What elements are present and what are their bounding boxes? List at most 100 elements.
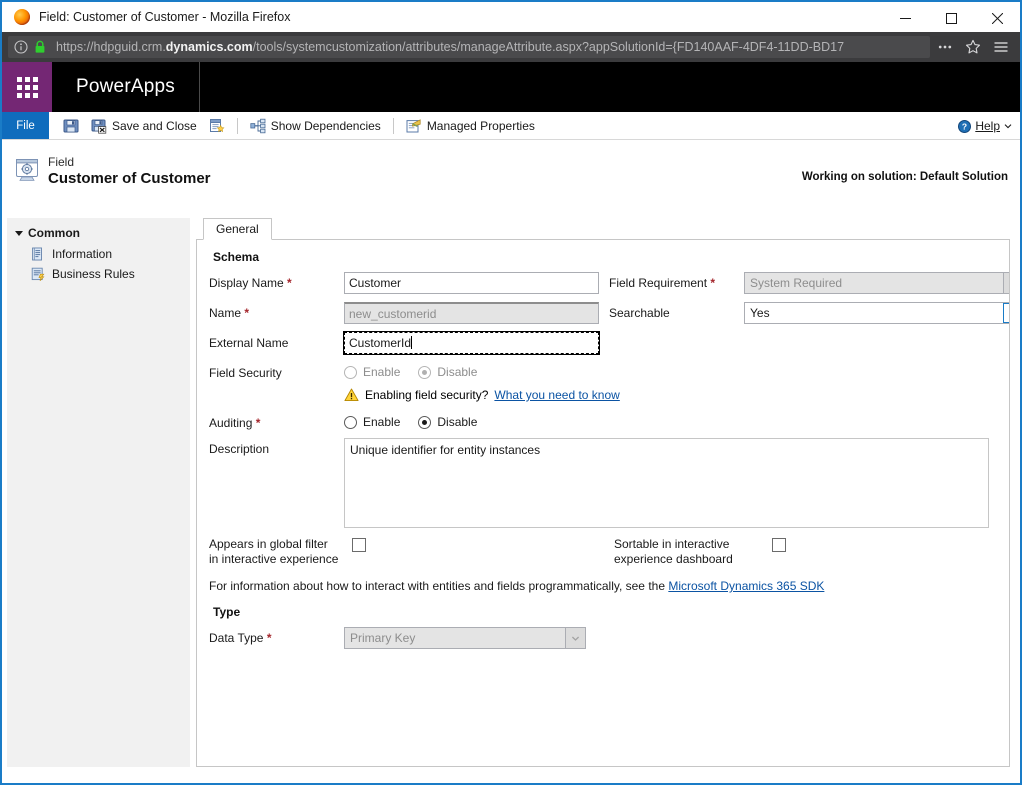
required-asterisk: * [710, 276, 715, 290]
required-asterisk: * [287, 276, 292, 290]
tab-strip: General [196, 218, 1010, 240]
tab-general[interactable]: General [203, 218, 272, 240]
new-button[interactable] [203, 112, 231, 140]
row-interactive-options: Appears in global filter in interactive … [209, 537, 997, 567]
sidebar-item-label: Information [52, 247, 112, 261]
radio-dot-icon [344, 416, 357, 429]
bookmark-star-icon[interactable] [960, 34, 986, 60]
nav-group-header[interactable]: Common [13, 224, 190, 244]
field-security-radio-group: Enable Disable [344, 362, 477, 379]
searchable-value: Yes [750, 306, 770, 320]
chevron-down-icon [565, 628, 585, 648]
external-name-value: CustomerId [349, 336, 411, 350]
text-caret [411, 336, 412, 349]
searchable-label: Searchable [609, 302, 744, 320]
content-area: General Schema Display Name * Customer F… [196, 218, 1010, 767]
chevron-down-icon [1004, 122, 1012, 130]
radio-label: Enable [363, 365, 400, 379]
row-description: Description Unique identifier for entity… [209, 438, 997, 528]
url-path: /tools/systemcustomization/attributes/ma… [253, 40, 844, 54]
managed-properties-icon [406, 118, 422, 134]
save-and-close-icon [91, 118, 107, 134]
new-icon [209, 118, 225, 134]
business-rules-icon [31, 267, 45, 281]
save-and-close-button[interactable]: Save and Close [85, 112, 203, 140]
warning-triangle-icon [344, 388, 359, 402]
solution-note: Working on solution: Default Solution [802, 171, 1008, 183]
display-name-input[interactable]: Customer [344, 272, 599, 294]
auditing-enable-radio[interactable]: Enable [344, 415, 400, 429]
global-filter-checkbox[interactable] [352, 538, 366, 552]
dependencies-icon [250, 118, 266, 134]
field-requirement-select[interactable]: System Required [744, 272, 1010, 294]
window-controls [882, 2, 1020, 34]
save-button[interactable] [57, 112, 85, 140]
auditing-label: Auditing * [209, 412, 344, 430]
help-icon: ? [958, 120, 971, 133]
managed-properties-label: Managed Properties [427, 119, 535, 133]
sidebar-item-label: Business Rules [52, 267, 135, 281]
managed-properties-button[interactable]: Managed Properties [400, 112, 541, 140]
required-asterisk: * [267, 631, 272, 645]
type-section-title: Type [213, 605, 997, 619]
save-and-close-label: Save and Close [112, 119, 197, 133]
lock-icon[interactable] [34, 40, 46, 54]
page-body: Field Customer of Customer Working on so… [4, 144, 1018, 781]
app-header: PowerApps [2, 62, 1020, 112]
auditing-disable-radio[interactable]: Disable [418, 415, 477, 429]
minimize-button[interactable] [882, 2, 928, 34]
description-textarea[interactable]: Unique identifier for entity instances [344, 438, 989, 528]
radio-dot-icon [344, 366, 357, 379]
row-display-name: Display Name * Customer Field Requiremen… [209, 272, 997, 294]
chevron-down-icon [1003, 273, 1010, 293]
sortable-checkbox[interactable] [772, 538, 786, 552]
app-launcher-button[interactable] [2, 62, 52, 112]
window-title: Field: Customer of Customer - Mozilla Fi… [39, 10, 290, 24]
page-kicker: Field [48, 155, 74, 169]
required-asterisk: * [256, 416, 261, 430]
field-security-help-link[interactable]: What you need to know [494, 388, 619, 402]
hamburger-menu-icon[interactable] [988, 34, 1014, 60]
maximize-button[interactable] [928, 2, 974, 34]
brand-label[interactable]: PowerApps [52, 62, 200, 112]
command-list: Save and Close Show Dependencies Man [49, 112, 1020, 139]
field-requirement-label: Field Requirement * [609, 272, 744, 290]
site-information-icon[interactable] [14, 40, 28, 54]
field-security-disable-radio[interactable]: Disable [418, 365, 477, 379]
expand-triangle-icon [15, 231, 23, 236]
radio-dot-icon [418, 366, 431, 379]
browser-toolbar: https://hdpguid.crm.dynamics.com/tools/s… [2, 32, 1020, 62]
file-tab[interactable]: File [2, 112, 49, 139]
sortable-label: Sortable in interactive experience dashb… [614, 537, 764, 567]
show-dependencies-button[interactable]: Show Dependencies [244, 112, 387, 140]
required-asterisk: * [244, 306, 249, 320]
field-security-enable-radio[interactable]: Enable [344, 365, 400, 379]
sdk-note: For information about how to interact wi… [209, 579, 997, 593]
close-button[interactable] [974, 2, 1020, 34]
radio-label: Enable [363, 415, 400, 429]
external-name-label: External Name [209, 332, 344, 350]
help-button[interactable]: ? Help [958, 112, 1012, 140]
field-security-label: Field Security [209, 362, 344, 380]
sidebar-item-business-rules[interactable]: Business Rules [13, 264, 190, 284]
searchable-select[interactable]: Yes [744, 302, 1010, 324]
sdk-link[interactable]: Microsoft Dynamics 365 SDK [668, 579, 824, 593]
sidebar: Common Information Business Rules [7, 218, 190, 767]
data-type-value: Primary Key [350, 631, 415, 645]
url-input[interactable]: https://hdpguid.crm.dynamics.com/tools/s… [8, 36, 930, 58]
warning-text: Enabling field security? [365, 388, 488, 402]
page-actions-icon[interactable] [932, 34, 958, 60]
row-auditing: Auditing * Enable Disable [209, 412, 997, 430]
field-icon [14, 158, 40, 182]
name-label: Name * [209, 302, 344, 320]
radio-label: Disable [437, 365, 477, 379]
waffle-grid-icon [17, 77, 38, 98]
general-panel: Schema Display Name * Customer Field Req… [196, 240, 1010, 767]
data-type-label: Data Type * [209, 627, 344, 645]
external-name-input[interactable]: CustomerId [344, 332, 599, 354]
url-text: https://hdpguid.crm.dynamics.com/tools/s… [56, 40, 844, 54]
svg-text:?: ? [962, 121, 967, 131]
save-icon [63, 118, 79, 134]
sidebar-item-information[interactable]: Information [13, 244, 190, 264]
url-subdomain: hdpguid.crm. [94, 40, 166, 54]
